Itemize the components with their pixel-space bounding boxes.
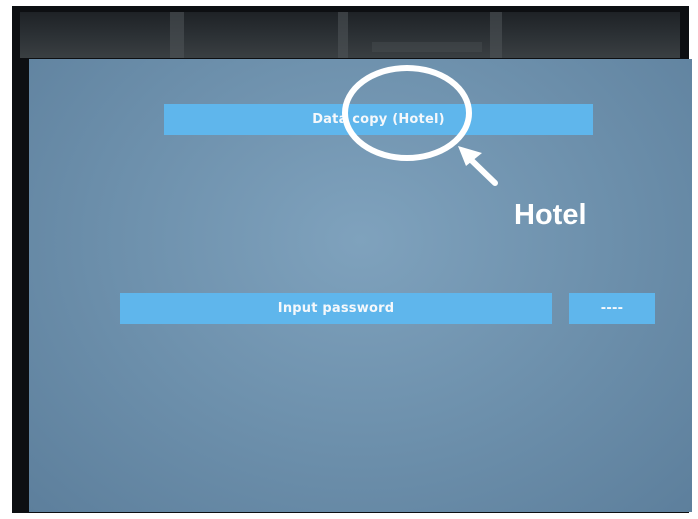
password-value: ---- [600,301,624,316]
tv-top-bezel [20,12,680,58]
hotel-annotation-label: Hotel [514,199,587,231]
menu-title-bar: Data copy (Hotel) [164,104,593,135]
menu-title: Data copy (Hotel) [312,112,445,127]
password-field[interactable]: ---- [569,293,655,324]
input-password-button[interactable]: Input password [120,293,552,324]
input-password-label: Input password [277,301,395,316]
tv-frame: Data copy (Hotel) Input password ---- [12,6,692,513]
tv-screen: Data copy (Hotel) Input password ---- [29,59,692,512]
